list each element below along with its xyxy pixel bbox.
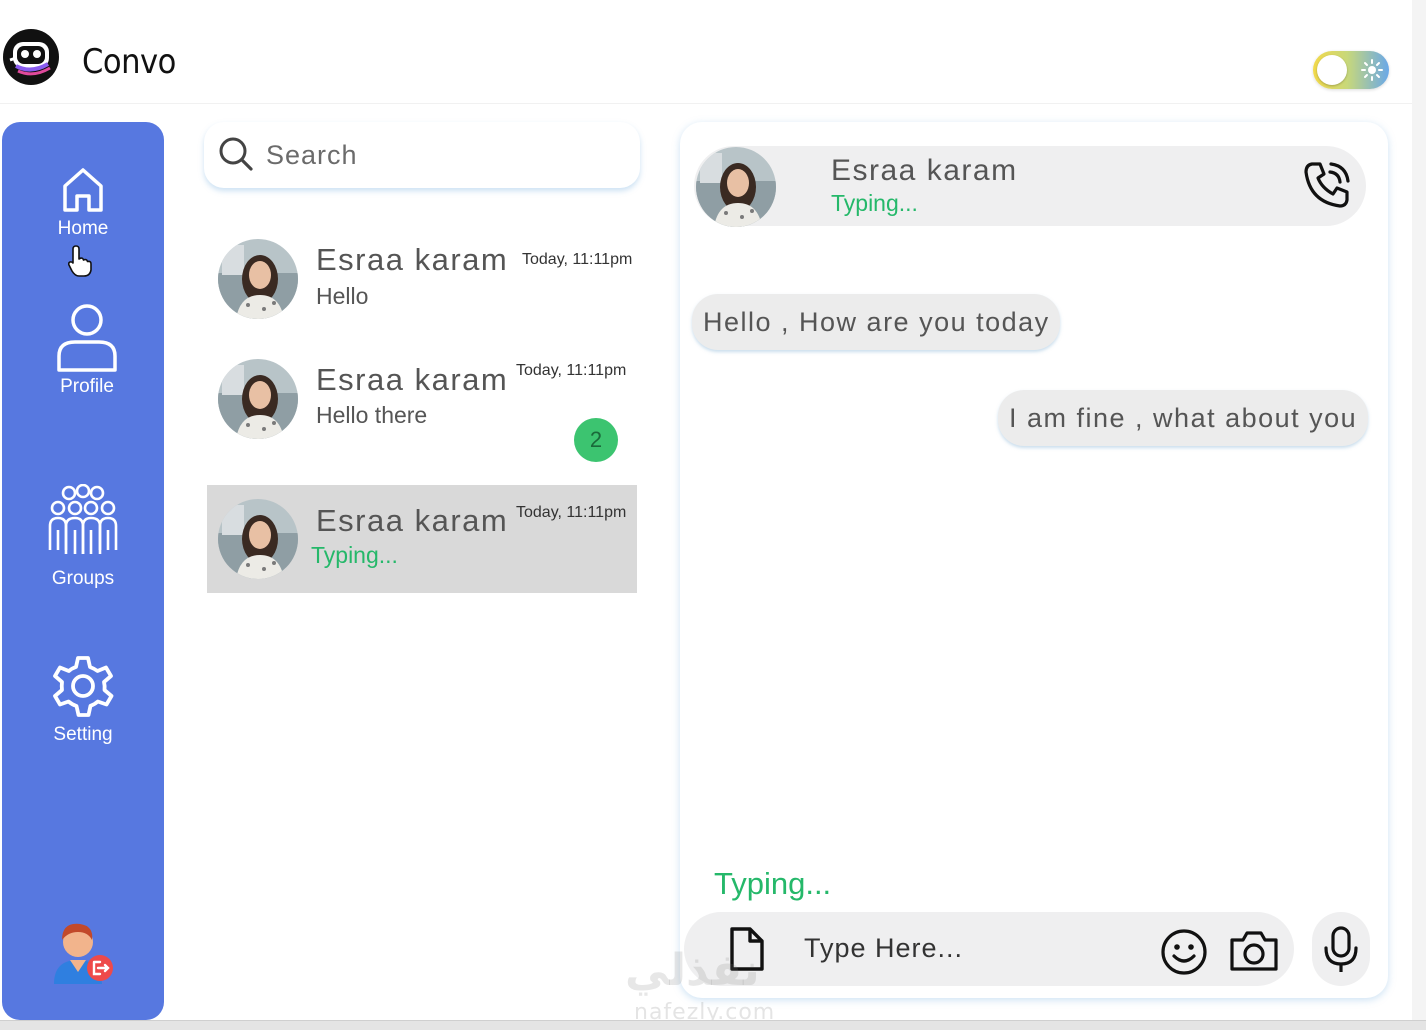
app-title: Convo — [82, 42, 176, 82]
contact-avatar — [218, 239, 298, 319]
contact-avatar — [218, 359, 298, 439]
sidebar: Home Profile Groups Setting — [2, 122, 164, 1020]
user-icon — [57, 304, 117, 372]
chat-contact-name: Esraa karam — [316, 503, 509, 538]
contact-avatar[interactable] — [696, 147, 776, 227]
chat-contact-name: Esraa karam — [316, 242, 509, 277]
robot-logo-icon — [3, 29, 59, 85]
theme-toggle[interactable] — [1313, 51, 1389, 89]
conversation-contact-name: Esraa karam — [831, 154, 1018, 187]
top-bar: Convo — [0, 0, 1412, 104]
chat-list-item-active[interactable]: Esraa karam Today, 11:11pm Typing... — [207, 485, 637, 593]
chat-timestamp: Today, 11:11pm — [516, 504, 627, 521]
chat-contact-name: Esraa karam — [316, 362, 509, 397]
search-icon — [219, 137, 253, 171]
search-bar — [204, 122, 640, 188]
camera-icon[interactable] — [1228, 928, 1280, 974]
conversation-header: Esraa karam Typing... — [694, 146, 1366, 227]
voice-record-button[interactable] — [1312, 912, 1370, 986]
typing-indicator: Typing... — [714, 866, 832, 901]
gear-icon — [53, 656, 114, 717]
chat-last-message: Hello — [316, 283, 369, 309]
emoji-icon[interactable] — [1160, 928, 1208, 976]
chat-typing-status: Typing... — [311, 542, 398, 568]
sidebar-item-profile[interactable]: Profile — [2, 304, 164, 398]
sidebar-item-label: Home — [57, 218, 109, 239]
contact-avatar — [218, 499, 298, 579]
sidebar-item-label: Profile — [60, 376, 114, 397]
unread-badge: 2 — [574, 418, 618, 462]
message-input[interactable] — [804, 926, 1144, 970]
conversation-status: Typing... — [831, 190, 918, 216]
window-edge — [1412, 0, 1426, 1020]
chat-list-item[interactable]: Esraa karam Today, 11:11pm Hello — [207, 224, 637, 332]
conversation-panel: Esraa karam Typing... Hello , How are yo… — [680, 122, 1388, 998]
chat-list-item[interactable]: Esraa karam Today, 11:11pm Hello there 2 — [207, 344, 637, 462]
chat-timestamp: Today, 11:11pm — [522, 251, 633, 268]
group-icon — [48, 484, 118, 554]
sidebar-item-label: Setting — [53, 724, 113, 745]
message-outgoing: I am fine , what about you — [998, 390, 1368, 446]
chat-timestamp: Today, 11:11pm — [516, 362, 627, 379]
microphone-icon — [1324, 926, 1358, 972]
sidebar-item-groups[interactable]: Groups — [2, 484, 164, 590]
sidebar-item-setting[interactable]: Setting — [2, 652, 164, 746]
message-incoming: Hello , How are you today — [692, 294, 1060, 350]
message-composer — [684, 912, 1294, 986]
phone-call-icon[interactable] — [1302, 160, 1352, 210]
sun-icon — [1361, 59, 1383, 81]
search-input[interactable] — [266, 134, 616, 176]
sidebar-item-label: Groups — [51, 568, 115, 589]
user-logout-icon[interactable] — [48, 918, 118, 988]
toggle-knob — [1317, 55, 1347, 85]
sidebar-item-home[interactable]: Home — [2, 166, 164, 240]
chat-last-message: Hello there — [316, 402, 428, 428]
bottom-bar — [0, 1020, 1426, 1030]
home-icon — [63, 168, 103, 212]
watermark-logo: نفذلي — [625, 945, 760, 996]
